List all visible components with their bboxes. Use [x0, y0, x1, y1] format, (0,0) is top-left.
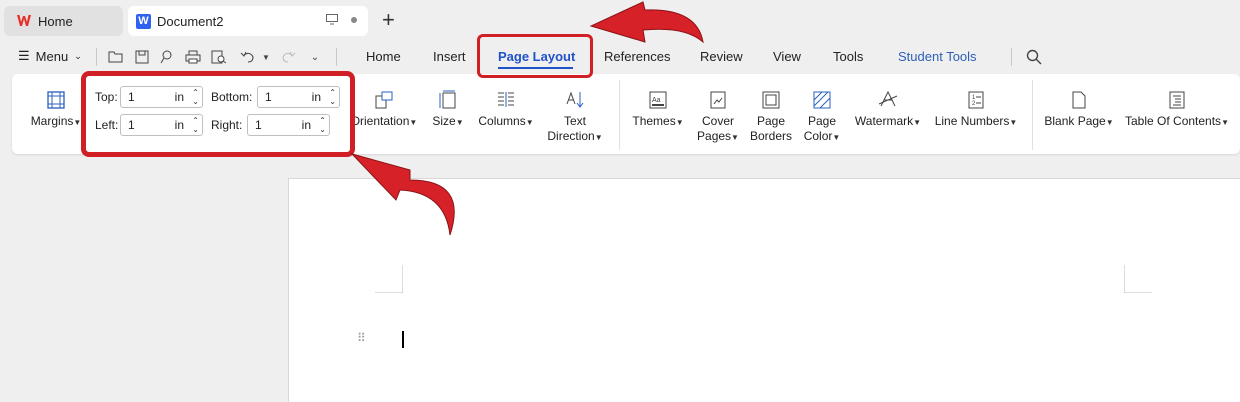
print-preview-icon[interactable] [209, 47, 229, 67]
margin-corner-mark [1124, 265, 1152, 293]
table-of-contents-label: Table Of Contents [1125, 114, 1222, 128]
tab-home[interactable]: Home [366, 49, 401, 64]
line-numbers-label: Line Numbers [934, 114, 1010, 128]
print-icon[interactable] [183, 47, 203, 67]
columns-icon [498, 92, 514, 107]
home-tab[interactable]: Home [4, 6, 123, 36]
margin-corner-mark [375, 265, 403, 293]
export-pdf-icon[interactable] [156, 47, 176, 67]
undo-icon[interactable] [238, 47, 258, 67]
margins-label: Margins [30, 114, 74, 128]
page-color-label-1: Page [807, 114, 837, 128]
tab-review[interactable]: Review [700, 49, 743, 64]
tab-tools[interactable]: Tools [833, 49, 863, 64]
divider [1011, 48, 1012, 66]
text-direction-label-1: Text [563, 114, 586, 128]
tab-student-tools[interactable]: Student Tools [898, 49, 977, 64]
page-color-icon [813, 91, 831, 109]
svg-text:2: 2 [972, 101, 976, 107]
page-borders-button[interactable]: Page Borders [746, 90, 796, 144]
cover-pages-icon [710, 91, 726, 109]
divider [1032, 80, 1033, 150]
undo-dropdown-icon[interactable]: ▼ [256, 47, 276, 67]
wps-logo-icon [16, 13, 32, 29]
text-direction-icon [566, 91, 584, 108]
divider [336, 48, 337, 66]
divider [96, 48, 97, 66]
orientation-label: Orientation [350, 114, 410, 128]
document-tab-label: Document2 [157, 13, 224, 29]
highlight-box-page-layout [477, 34, 593, 78]
new-tab-icon[interactable]: + [382, 9, 395, 31]
page-color-button[interactable]: Page Color▼ [800, 90, 844, 145]
cover-pages-label-1: Cover [701, 114, 734, 128]
highlight-box-margins [81, 71, 355, 157]
unsaved-dot-icon[interactable] [350, 15, 358, 27]
orientation-icon [375, 91, 393, 109]
cover-pages-button[interactable]: Cover Pages▼ [694, 90, 742, 145]
open-folder-icon[interactable] [106, 47, 126, 67]
watermark-button[interactable]: Watermark▼ [852, 90, 924, 130]
themes-icon: Aa [649, 91, 667, 109]
table-of-contents-button[interactable]: Table Of Contents▼ [1122, 90, 1232, 130]
tab-references[interactable]: References [604, 49, 670, 64]
hamburger-icon: ☰ [18, 48, 30, 63]
page-borders-icon [762, 91, 780, 109]
document-page[interactable]: ⠿ [288, 178, 1240, 402]
text-direction-button[interactable]: Text Direction▼ [544, 90, 606, 145]
blank-page-button[interactable]: Blank Page▼ [1042, 90, 1116, 130]
margins-icon [47, 91, 65, 109]
size-icon [439, 90, 456, 109]
line-numbers-button[interactable]: 12 Line Numbers▼ [932, 90, 1020, 130]
themes-label: Themes [632, 114, 676, 128]
size-label: Size [432, 114, 456, 128]
divider [619, 80, 620, 150]
size-button[interactable]: Size▼ [428, 90, 468, 130]
themes-button[interactable]: Aa Themes▼ [630, 90, 686, 130]
drag-handle-icon[interactable]: ⠿ [357, 331, 366, 345]
menu-button[interactable]: ☰ Menu ⌄ [18, 48, 82, 64]
table-of-contents-icon [1169, 91, 1185, 109]
columns-button[interactable]: Columns▼ [476, 90, 536, 130]
watermark-icon [878, 90, 898, 107]
redo-icon[interactable] [278, 47, 298, 67]
tab-insert[interactable]: Insert [433, 49, 466, 64]
watermark-label: Watermark [854, 114, 914, 128]
blank-page-label: Blank Page [1044, 114, 1106, 128]
margins-button[interactable]: Margins▼ [28, 90, 84, 130]
columns-label: Columns [478, 114, 526, 128]
more-chevron-icon[interactable]: ⌄ [305, 47, 325, 67]
svg-text:Aa: Aa [652, 97, 661, 104]
search-icon[interactable] [1024, 47, 1044, 67]
document-tab[interactable]: W Document2 [128, 6, 368, 36]
save-icon[interactable] [132, 47, 152, 67]
home-tab-label: Home [38, 13, 73, 29]
text-cursor [402, 331, 404, 348]
tab-view[interactable]: View [773, 49, 801, 64]
chevron-down-icon: ⌄ [74, 50, 82, 61]
menu-label: Menu [35, 48, 69, 64]
monitor-icon[interactable] [326, 14, 338, 28]
writer-doc-icon: W [136, 13, 151, 29]
orientation-button[interactable]: Orientation▼ [350, 90, 417, 130]
line-numbers-icon: 12 [968, 91, 984, 109]
cover-pages-label-2: Pages [697, 129, 732, 143]
page-borders-label-1: Page [756, 114, 786, 128]
title-tab-bar: Home W Document2 + [0, 0, 1240, 42]
blank-page-icon [1072, 91, 1086, 109]
menu-row: ☰ Menu ⌄ ▼ ⌄ Home Insert Page Layout Ref… [0, 42, 1240, 72]
page-color-label-2: Color [803, 129, 833, 143]
page-borders-label-2: Borders [749, 129, 793, 143]
text-direction-label-2: Direction [547, 129, 595, 143]
